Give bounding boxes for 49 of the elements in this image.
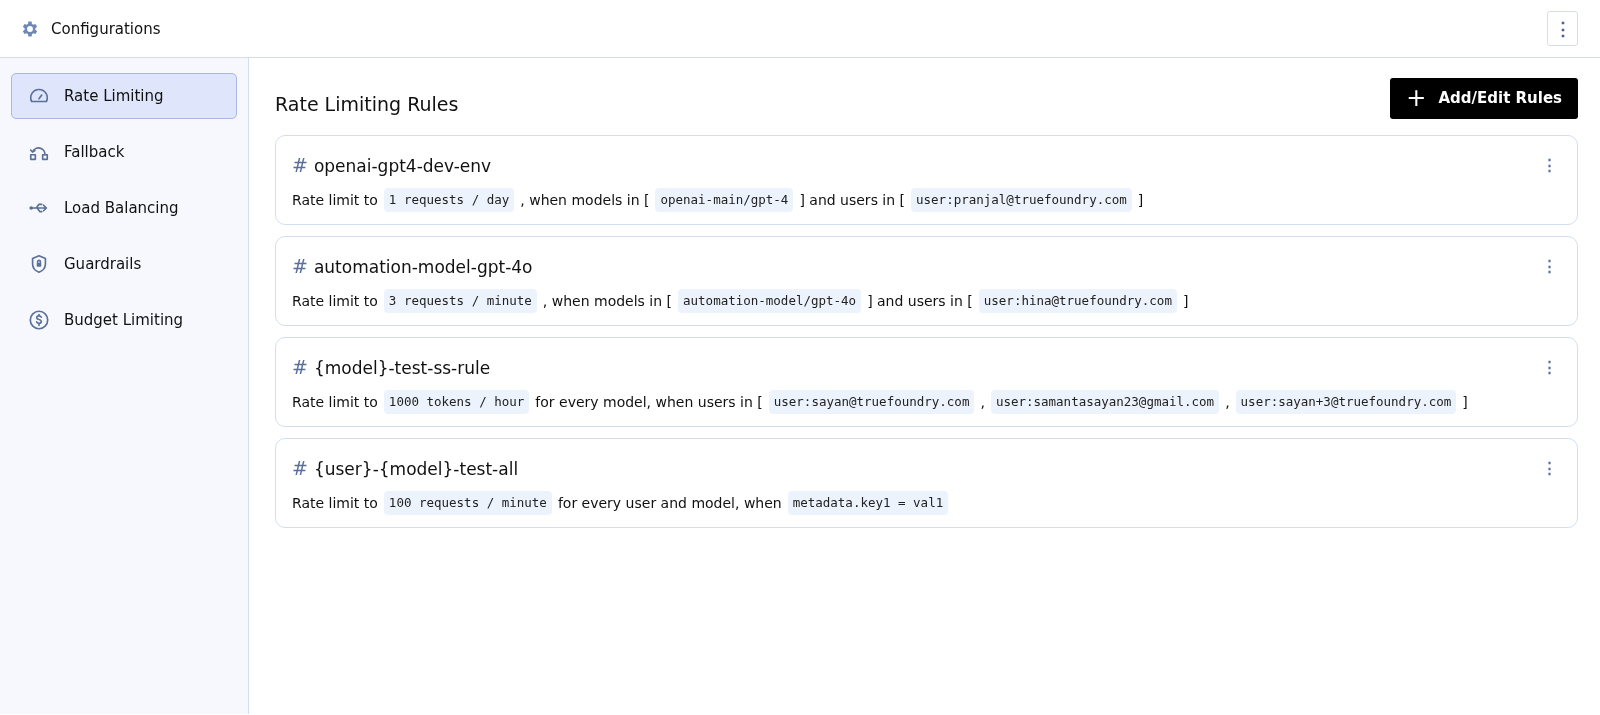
code-tag: user:sayan+3@truefoundry.com <box>1235 390 1457 414</box>
rule-text: ] <box>1137 191 1144 210</box>
more-menu-button[interactable]: ⋮ <box>1538 156 1561 174</box>
sidebar-item[interactable]: Rate Limiting <box>11 73 237 119</box>
code-tag: user:samantasayan23@gmail.com <box>990 390 1220 414</box>
code-tag: 100 requests / minute <box>383 491 552 515</box>
code-tag: 3 requests / minute <box>383 289 537 313</box>
code-tag: openai-main/gpt-4 <box>655 188 794 212</box>
rule-text: Rate limit to <box>292 292 378 311</box>
rule-name: {model}-test-ss-rule <box>313 358 491 378</box>
more-menu-button[interactable]: ⋮ <box>1538 358 1561 376</box>
rule-text: ] <box>1182 292 1189 311</box>
more-menu-button[interactable]: ⋮ <box>1538 459 1561 477</box>
hash-icon: # <box>292 457 308 479</box>
rule-text: Rate limit to <box>292 191 378 210</box>
rule-text: ] and users in [ <box>799 191 906 210</box>
more-menu-button[interactable]: ⋮ <box>1547 11 1578 46</box>
section-title: Rate Limiting Rules <box>275 93 459 115</box>
rule-text: ] and users in [ <box>867 292 973 311</box>
sidebar-item[interactable]: Fallback <box>11 129 237 175</box>
hash-icon: # <box>292 154 308 176</box>
add-edit-rules-button[interactable]: + Add/Edit Rules <box>1390 77 1578 119</box>
rule-text: Rate limit to <box>292 494 378 513</box>
rule-text: for every user and model, when <box>557 494 782 513</box>
rule-text: Rate limit to <box>292 393 378 412</box>
code-tag: user:pranjal@truefoundry.com <box>911 188 1132 212</box>
code-tag: 1 requests / day <box>383 188 515 212</box>
rule-name: openai-gpt4-dev-env <box>313 156 492 176</box>
code-tag: automation-model/gpt-4o <box>678 289 862 313</box>
dollar-circle-icon <box>28 309 50 331</box>
rule-text: for every model, when users in [ <box>535 393 763 412</box>
rule-text: , <box>980 393 985 412</box>
sidebar-item[interactable]: Guardrails <box>11 241 237 287</box>
sidebar-item[interactable]: Load Balancing <box>11 185 237 231</box>
page-title: Configurations <box>51 19 161 38</box>
hash-icon: # <box>292 255 308 277</box>
rule-text: ] <box>1462 393 1468 412</box>
rule-text: , when models in [ <box>520 191 650 210</box>
rule-text: , when models in [ <box>542 292 673 311</box>
code-tag: metadata.key1 = val1 <box>787 491 949 515</box>
hash-icon: # <box>292 356 308 378</box>
code-tag: 1000 tokens / hour <box>383 390 530 414</box>
sidebar-item[interactable]: Budget Limiting <box>11 297 237 343</box>
rule-text: , <box>1225 393 1230 412</box>
more-menu-button[interactable]: ⋮ <box>1538 257 1561 275</box>
rule-name: automation-model-gpt-4o <box>313 257 533 277</box>
code-tag: user:sayan@truefoundry.com <box>768 390 975 414</box>
code-tag: user:hina@truefoundry.com <box>978 289 1177 313</box>
rule-name: {user}-{model}-test-all <box>313 459 519 479</box>
